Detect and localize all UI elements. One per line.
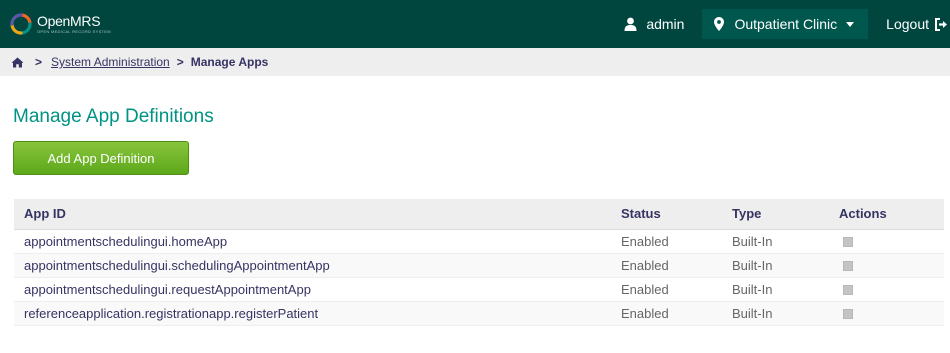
table-header-row: App ID Status Type Actions bbox=[14, 199, 944, 230]
logout-icon bbox=[935, 17, 947, 31]
actions-cell bbox=[829, 229, 944, 254]
column-header-status[interactable]: Status bbox=[611, 199, 722, 230]
type-cell: Built-In bbox=[722, 253, 829, 278]
type-cell: Built-In bbox=[722, 301, 829, 326]
status-cell: Enabled bbox=[611, 229, 722, 254]
disabled-action-icon bbox=[843, 261, 853, 272]
status-cell: Enabled bbox=[611, 301, 722, 326]
breadcrumb-current: Manage Apps bbox=[190, 55, 269, 69]
breadcrumb-home[interactable] bbox=[11, 57, 24, 68]
disabled-action-icon bbox=[843, 309, 853, 320]
table-row: appointmentschedulingui.requestAppointme… bbox=[14, 277, 944, 302]
logo-tagline: OPEN MEDICAL RECORD SYSTEM bbox=[37, 29, 111, 34]
home-icon bbox=[11, 57, 24, 67]
actions-cell bbox=[829, 301, 944, 326]
table-row: appointmentschedulingui.homeApp Enabled … bbox=[14, 229, 944, 254]
logo-text: OpenMRS OPEN MEDICAL RECORD SYSTEM bbox=[37, 13, 111, 35]
disabled-action-icon bbox=[843, 237, 853, 248]
disabled-action-icon bbox=[843, 285, 853, 296]
page-title: Manage App Definitions bbox=[13, 106, 214, 127]
status-cell: Enabled bbox=[611, 277, 722, 302]
column-header-type[interactable]: Type bbox=[722, 199, 829, 230]
table-row: referenceapplication.registrationapp.reg… bbox=[14, 301, 944, 326]
location-name: Outpatient Clinic bbox=[734, 16, 838, 32]
breadcrumb: > System Administration > Manage Apps bbox=[0, 48, 950, 76]
breadcrumb-separator-icon: > bbox=[176, 55, 184, 69]
column-header-app-id[interactable]: App ID bbox=[14, 199, 611, 230]
add-app-definition-button[interactable]: Add App Definition bbox=[13, 141, 189, 175]
openmrs-logo-icon bbox=[10, 13, 32, 35]
app-id-cell: appointmentschedulingui.requestAppointme… bbox=[14, 277, 611, 302]
actions-cell bbox=[829, 277, 944, 302]
actions-cell bbox=[829, 253, 944, 278]
app-id-cell: appointmentschedulingui.homeApp bbox=[14, 229, 611, 254]
map-pin-icon bbox=[714, 17, 725, 31]
openmrs-logo[interactable]: OpenMRS OPEN MEDICAL RECORD SYSTEM bbox=[10, 0, 111, 48]
location-selector[interactable]: Outpatient Clinic bbox=[702, 9, 869, 39]
type-cell: Built-In bbox=[722, 277, 829, 302]
user-name: admin bbox=[646, 16, 685, 32]
type-cell: Built-In bbox=[722, 229, 829, 254]
caret-down-icon bbox=[846, 21, 855, 27]
logo-name: OpenMRS bbox=[37, 13, 101, 29]
user-menu[interactable]: admin bbox=[624, 0, 702, 48]
user-icon bbox=[624, 17, 637, 31]
table-row: appointmentschedulingui.schedulingAppoin… bbox=[14, 253, 944, 278]
breadcrumb-separator-icon: > bbox=[35, 55, 43, 69]
status-cell: Enabled bbox=[611, 253, 722, 278]
app-id-cell: appointmentschedulingui.schedulingAppoin… bbox=[14, 253, 611, 278]
logout-label: Logout bbox=[886, 16, 929, 32]
column-header-actions: Actions bbox=[829, 199, 944, 230]
app-id-cell: referenceapplication.registrationapp.reg… bbox=[14, 301, 611, 326]
header-right: admin Outpatient Clinic Logout bbox=[624, 0, 950, 48]
top-header: OpenMRS OPEN MEDICAL RECORD SYSTEM admin… bbox=[0, 0, 950, 48]
logout-link[interactable]: Logout bbox=[886, 0, 950, 48]
app-definitions-table: App ID Status Type Actions appointmentsc… bbox=[14, 199, 944, 326]
breadcrumb-system-administration[interactable]: System Administration bbox=[51, 55, 170, 69]
